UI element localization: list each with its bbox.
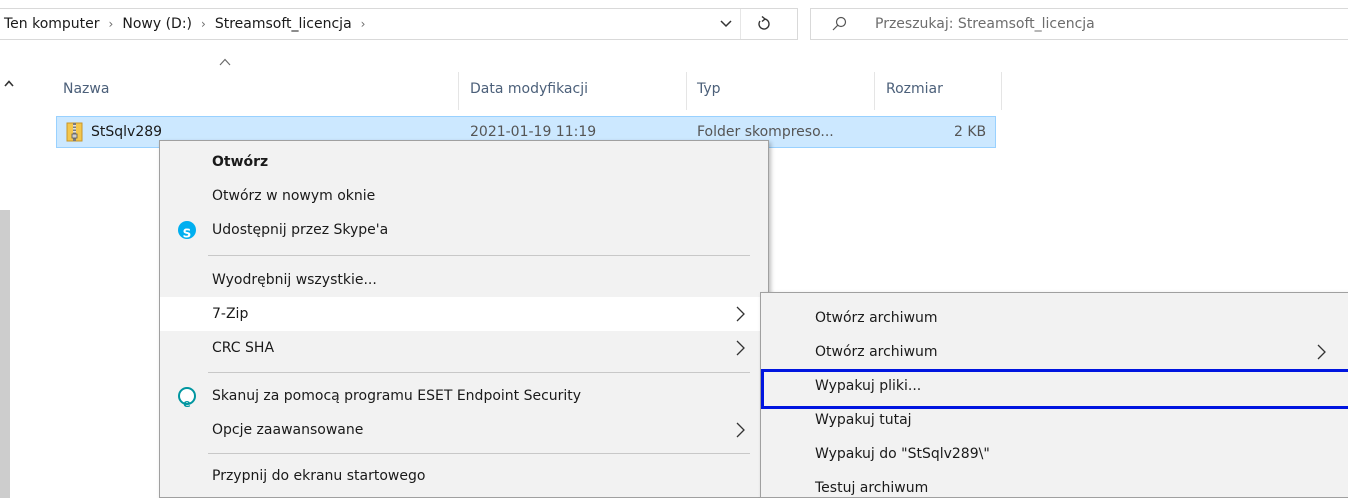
breadcrumb-drive-d[interactable]: Nowy (D:) (122, 16, 192, 32)
menu-item-7zip[interactable]: 7-Zip (160, 297, 768, 331)
menu-separator (208, 255, 750, 256)
chevron-right-icon (736, 422, 745, 438)
search-box[interactable]: Przeszukaj: Streamsoft_licencja (810, 8, 1348, 40)
column-header-name[interactable]: Nazwa (63, 72, 109, 106)
breadcrumb-separator[interactable]: › (201, 17, 206, 31)
menu-item-eset-scan[interactable]: e Skanuj za pomocą programu ESET Endpoin… (160, 379, 768, 413)
context-menu: Otwórz Otwórz w nowym oknie S Udostępnij… (159, 140, 769, 498)
menu-item-label: Wypakuj do "StSqlv289\" (815, 446, 990, 462)
search-input[interactable]: Przeszukaj: Streamsoft_licencja (875, 9, 1095, 39)
address-bar[interactable]: Ten komputer › Nowy (D:) › Streamsoft_li… (0, 8, 798, 40)
menu-item-extract-all[interactable]: Wyodrębnij wszystkie... (160, 263, 768, 297)
menu-separator (208, 372, 750, 373)
menu-item-label: Otwórz (212, 154, 269, 170)
submenu-item-test-archive[interactable]: Testuj archiwum (761, 471, 1347, 497)
column-header-modified[interactable]: Data modyfikacji (470, 72, 588, 106)
scrollbar-thumb[interactable] (0, 210, 10, 498)
menu-item-advanced-options[interactable]: Opcje zaawansowane (160, 413, 768, 447)
breadcrumb-this-pc[interactable]: Ten komputer (4, 16, 100, 32)
chevron-up-icon (4, 79, 14, 87)
column-header-type[interactable]: Typ (697, 72, 721, 106)
chevron-right-icon (736, 306, 745, 322)
menu-item-label: CRC SHA (212, 340, 275, 356)
breadcrumb-separator[interactable]: › (109, 17, 114, 31)
submenu-7zip: Otwórz archiwum Otwórz archiwum Wypakuj … (760, 292, 1348, 498)
file-size: 2 KB (954, 124, 987, 140)
menu-separator (208, 453, 750, 454)
menu-item-label: Otwórz archiwum (815, 344, 938, 360)
address-history-dropdown[interactable] (712, 9, 740, 39)
submenu-item-open-archive-more[interactable]: Otwórz archiwum (761, 335, 1347, 369)
svg-text:S: S (183, 227, 192, 241)
submenu-item-open-archive[interactable]: Otwórz archiwum (761, 301, 1347, 335)
skype-icon: S (178, 221, 196, 241)
menu-item-label: 7-Zip (212, 306, 249, 322)
menu-item-crc-sha[interactable]: CRC SHA (160, 331, 768, 365)
chevron-right-icon (736, 340, 745, 356)
breadcrumb: Ten komputer › Nowy (D:) › Streamsoft_li… (4, 9, 374, 39)
file-name: StSqlv289 (91, 124, 163, 140)
menu-item-label: Opcje zaawansowane (212, 422, 364, 438)
menu-item-label: Wypakuj tutaj (815, 412, 912, 428)
submenu-item-extract-to-folder[interactable]: Wypakuj do "StSqlv289\" (761, 437, 1347, 471)
menu-item-label: Testuj archiwum (815, 480, 929, 496)
column-divider[interactable] (458, 72, 459, 110)
menu-item-label: Otwórz w nowym oknie (212, 188, 376, 204)
menu-item-label: Wyodrębnij wszystkie... (212, 272, 377, 288)
search-icon (832, 16, 847, 31)
eset-icon: e (178, 387, 196, 410)
menu-item-label: Skanuj za pomocą programu ESET Endpoint … (212, 388, 582, 404)
column-divider[interactable] (686, 72, 687, 110)
menu-item-label: Otwórz archiwum (815, 310, 938, 326)
zip-folder-icon (66, 122, 83, 142)
refresh-button[interactable] (740, 9, 787, 39)
menu-item-label: Przypnij do ekranu startowego (212, 468, 426, 484)
refresh-icon (758, 16, 770, 30)
sort-ascending-icon (219, 58, 231, 66)
svg-text:e: e (183, 397, 190, 410)
breadcrumb-separator[interactable]: › (361, 17, 366, 31)
submenu-item-extract-here[interactable]: Wypakuj tutaj (761, 403, 1347, 437)
menu-item-pin-to-start[interactable]: Przypnij do ekranu startowego (160, 459, 768, 493)
menu-item-share-skype[interactable]: S Udostępnij przez Skype'a (160, 213, 768, 247)
menu-item-open-new-window[interactable]: Otwórz w nowym oknie (160, 179, 768, 213)
menu-item-open[interactable]: Otwórz (160, 145, 768, 179)
menu-item-label: Wypakuj pliki... (815, 378, 922, 394)
column-divider[interactable] (1001, 72, 1002, 110)
column-divider[interactable] (874, 72, 875, 110)
scroll-up-button[interactable] (0, 72, 18, 94)
column-header-size[interactable]: Rozmiar (886, 72, 943, 106)
chevron-down-icon (720, 20, 732, 28)
chevron-right-icon (1317, 344, 1326, 360)
menu-item-label: Udostępnij przez Skype'a (212, 222, 389, 238)
breadcrumb-folder[interactable]: Streamsoft_licencja (215, 16, 352, 32)
